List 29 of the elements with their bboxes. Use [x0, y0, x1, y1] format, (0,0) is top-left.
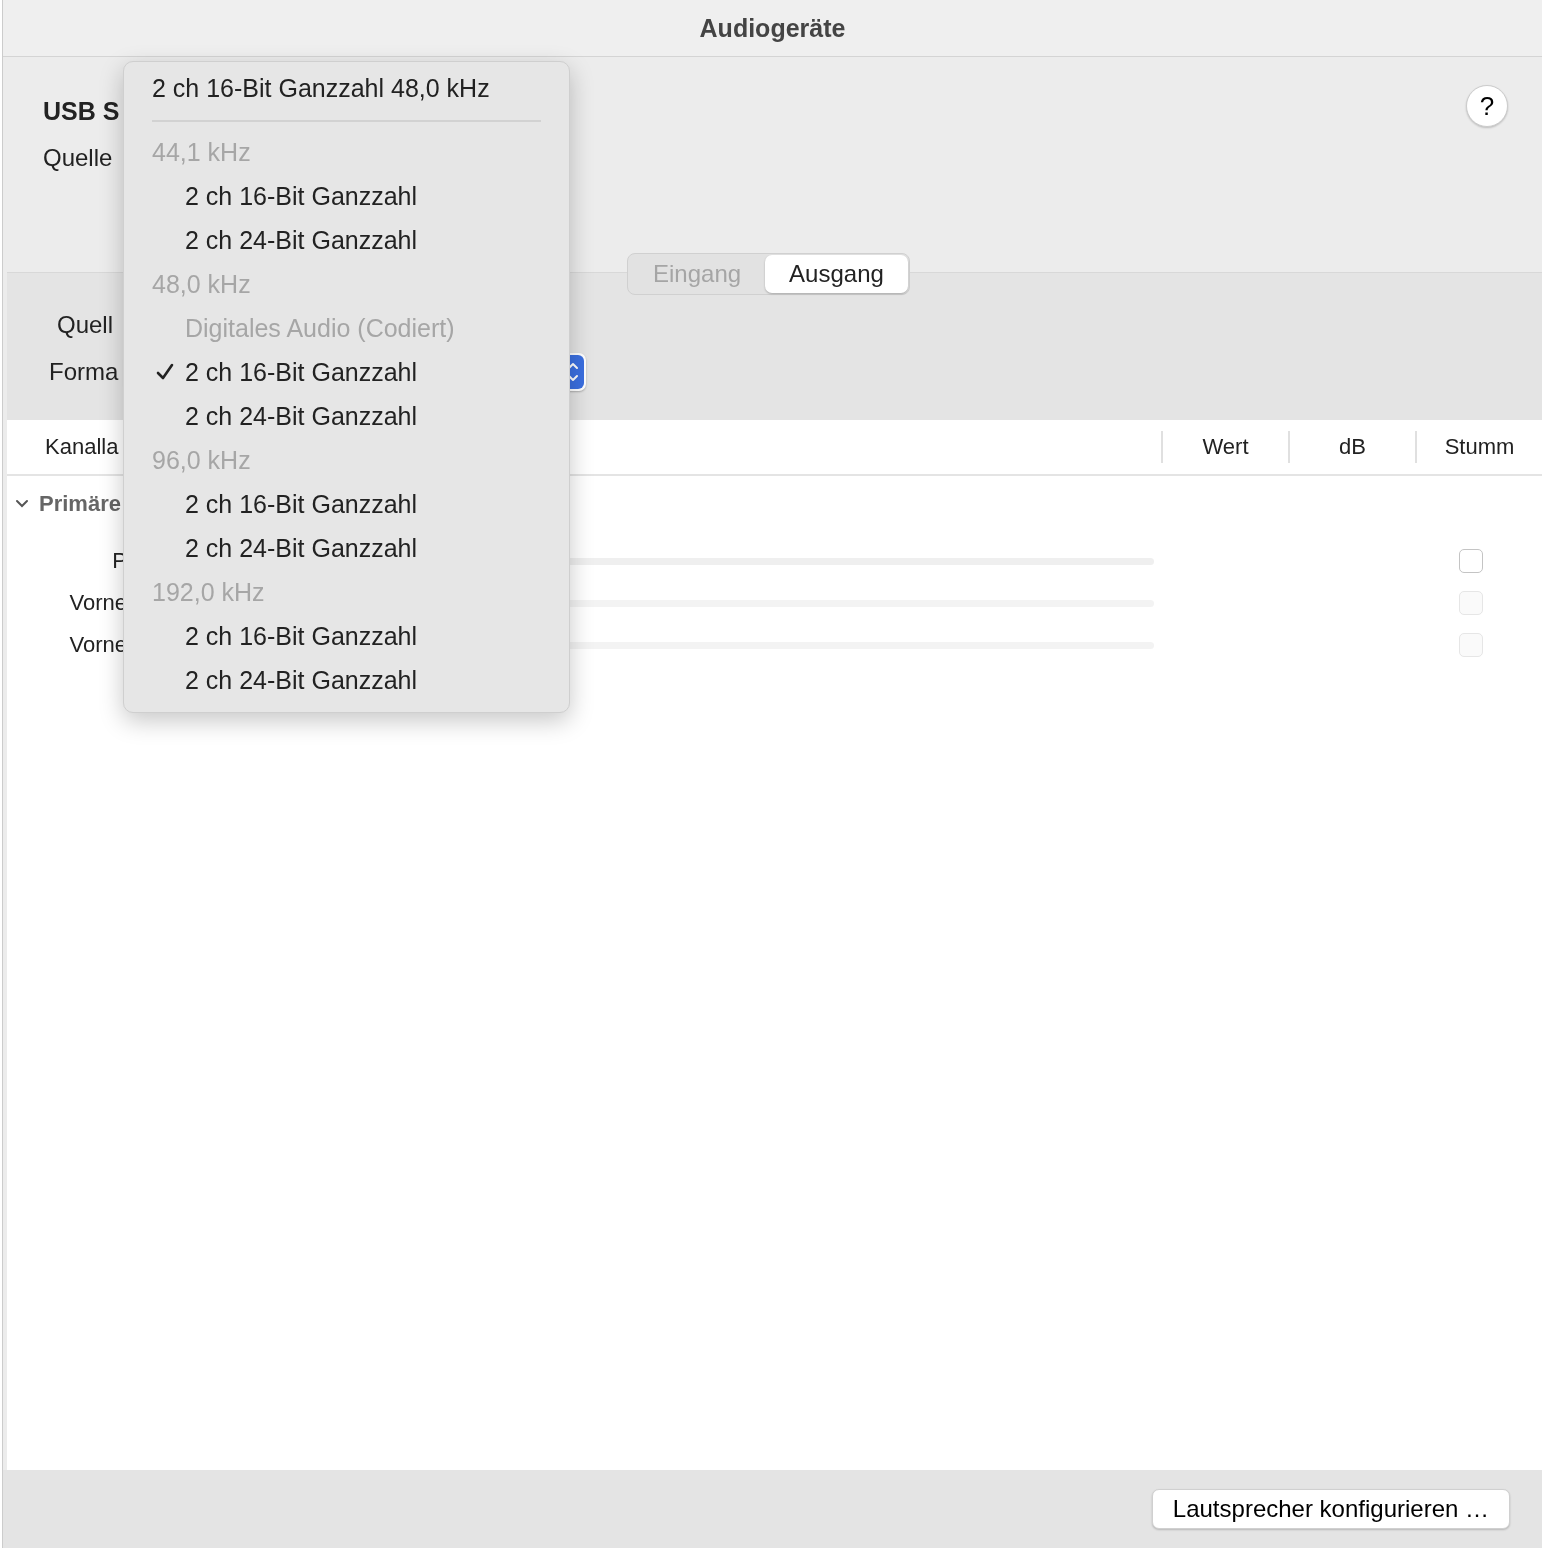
column-header: Kanalla: [44, 434, 119, 460]
menu-item[interactable]: 2 ch 16-Bit Ganzzahl: [185, 489, 418, 519]
menu-item[interactable]: 2 ch 24-Bit Ganzzahl: [185, 401, 418, 431]
tab[interactable]: Ausgang: [765, 255, 908, 293]
menu-item[interactable]: 2 ch 24-Bit Ganzzahl: [185, 533, 418, 563]
menu-item[interactable]: 2 ch 16-Bit Ganzzahl: [185, 621, 418, 651]
device-name: USB S: [43, 97, 120, 126]
column-header: Wert: [1161, 431, 1288, 463]
menu-item[interactable]: 2 ch 24-Bit Ganzzahl: [185, 665, 418, 695]
menu-item[interactable]: 2 ch 16-Bit Ganzzahl: [185, 357, 418, 387]
source-label: Quell: [57, 311, 114, 339]
format-label: Forma: [49, 358, 119, 386]
menu-section-header: 44,1 kHz: [152, 137, 252, 168]
column-header: Stumm: [1415, 431, 1542, 463]
group-label: Primäre: [39, 491, 121, 517]
menu-item: Digitales Audio (Codiert): [185, 313, 455, 343]
column-header: dB: [1288, 431, 1415, 463]
mute-checkbox[interactable]: [1459, 549, 1483, 573]
menu-item[interactable]: 2 ch 16-Bit Ganzzahl: [185, 181, 418, 211]
menu-item[interactable]: 2 ch 24-Bit Ganzzahl: [185, 225, 418, 255]
menu-section-header: 192,0 kHz: [152, 577, 266, 608]
configure-speakers-button[interactable]: Lautsprecher konfigurieren …: [1151, 1489, 1510, 1529]
menu-section-header: 96,0 kHz: [152, 445, 252, 476]
source-label: Quelle: [43, 144, 114, 172]
window-title: Audiogeräte: [699, 13, 846, 43]
menu-section-header: 48,0 kHz: [152, 269, 252, 300]
menu-item[interactable]: 2 ch 16-Bit Ganzzahl 48,0 kHz: [152, 74, 541, 110]
help-button[interactable]: ?: [1466, 85, 1508, 127]
chevron-icon[interactable]: [15, 499, 29, 509]
